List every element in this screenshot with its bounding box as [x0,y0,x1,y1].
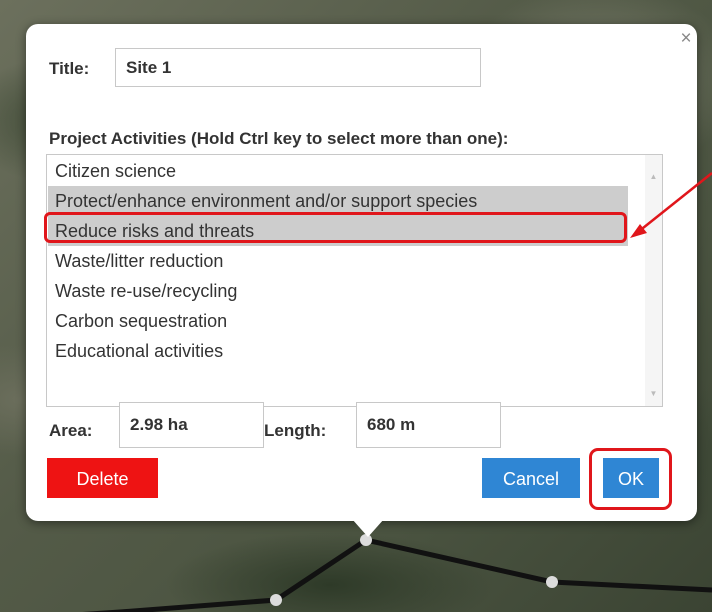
area-input[interactable] [119,402,264,448]
activity-option[interactable]: Waste/litter reduction [55,246,635,276]
scroll-up-icon[interactable]: ▲ [645,169,662,185]
activity-option-selected[interactable]: Protect/enhance environment and/or suppo… [48,186,628,216]
activities-label: Project Activities (Hold Ctrl key to sel… [49,129,509,148]
polygon-edge [82,537,712,612]
polygon-vertex [270,594,282,606]
dialog-pointer-tail [352,519,384,537]
ok-button[interactable]: OK [603,458,659,498]
title-input[interactable] [115,48,481,87]
listbox-scrollbar[interactable]: ▲ ▼ [645,155,662,406]
cancel-button[interactable]: Cancel [482,458,580,498]
scroll-down-icon[interactable]: ▼ [645,386,662,402]
activities-listbox[interactable]: Citizen science Protect/enhance environm… [46,154,663,407]
activity-option[interactable]: Waste re-use/recycling [55,276,635,306]
delete-button[interactable]: Delete [47,458,158,498]
activity-option[interactable]: Citizen science [55,156,635,186]
close-icon[interactable]: × [678,29,694,48]
edit-site-dialog: × Title: Project Activities (Hold Ctrl k… [26,24,697,521]
area-label: Area: [49,421,93,440]
length-input[interactable] [356,402,501,448]
length-label: Length: [264,421,327,440]
activity-option[interactable]: Educational activities [55,336,635,366]
polygon-vertex [546,576,558,588]
title-label: Title: [49,59,90,78]
activity-option[interactable]: Carbon sequestration [55,306,635,336]
activity-option-selected[interactable]: Reduce risks and threats [48,216,628,246]
